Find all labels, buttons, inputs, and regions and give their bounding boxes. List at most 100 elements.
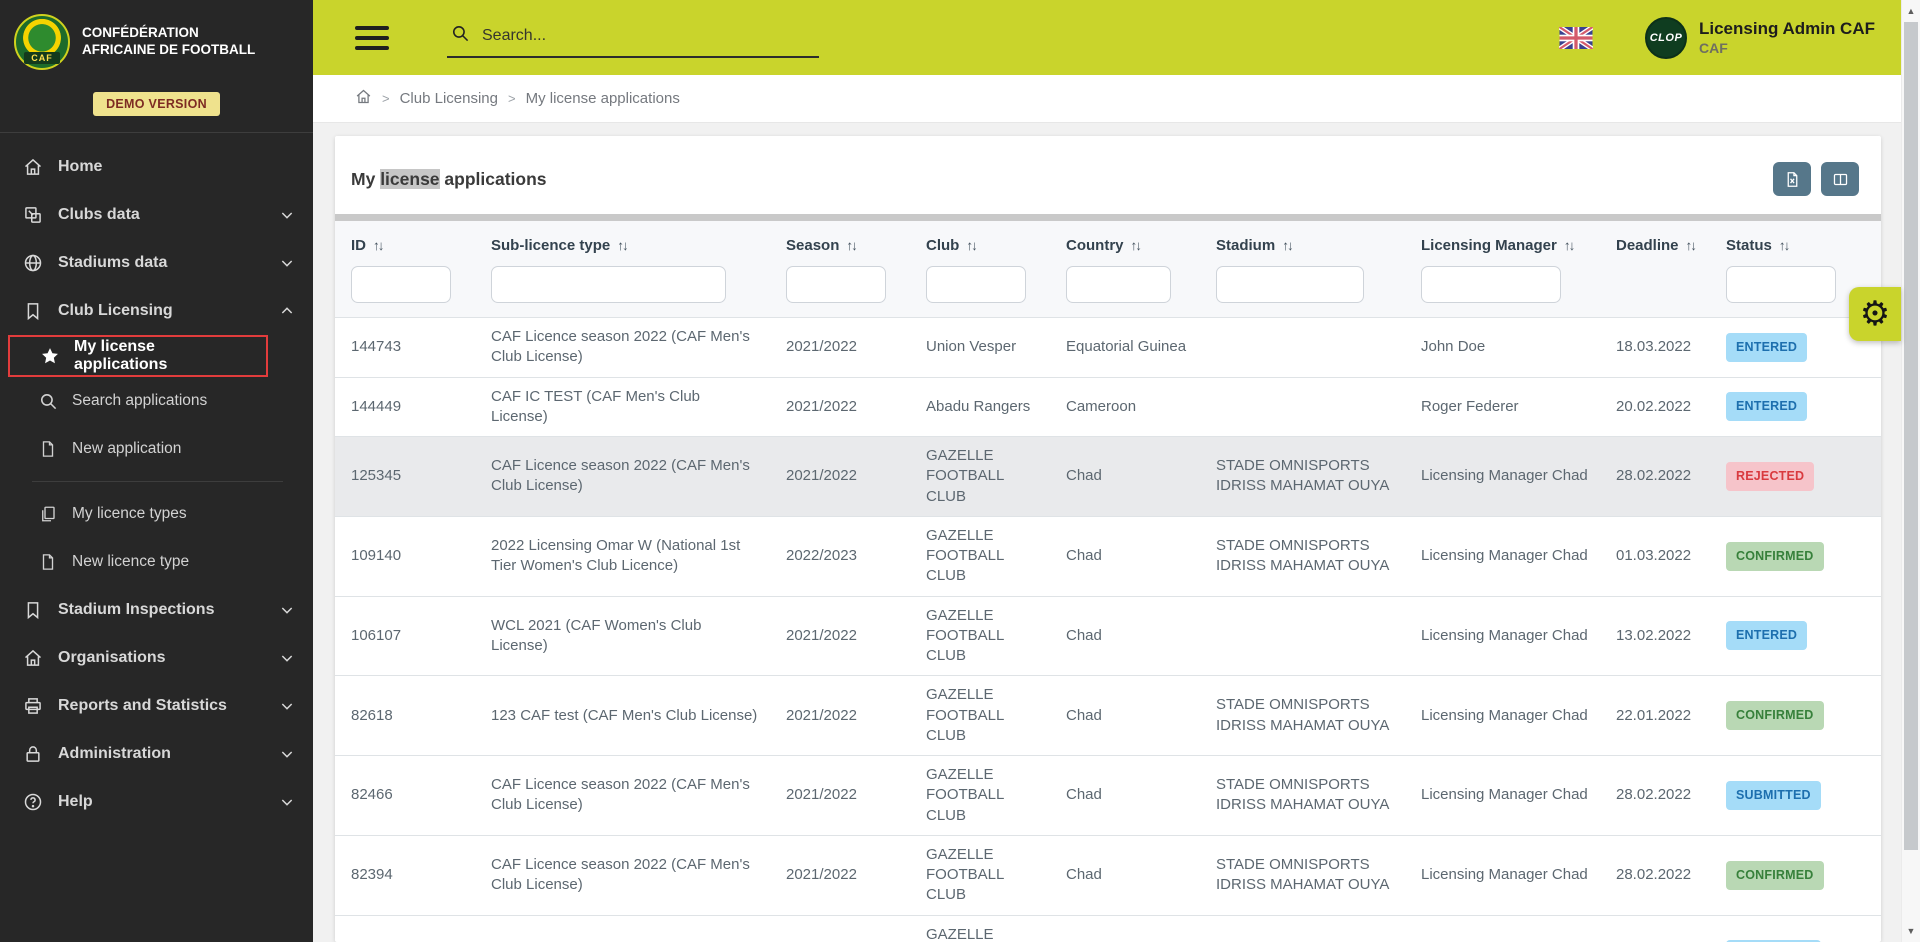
sidebar-item-organisations[interactable]: Organisations bbox=[0, 634, 313, 682]
column-header-season[interactable]: Season bbox=[770, 235, 910, 256]
cell-country: Chad bbox=[1066, 706, 1102, 724]
status-badge: CONFIRMED bbox=[1726, 541, 1824, 571]
column-header-licensing_manager[interactable]: Licensing Manager bbox=[1405, 235, 1600, 256]
scroll-down-icon[interactable] bbox=[1902, 922, 1920, 940]
filter-input-status[interactable] bbox=[1726, 266, 1836, 303]
cell-country: Chad bbox=[1066, 626, 1102, 644]
column-label: Licensing Manager bbox=[1421, 237, 1557, 254]
settings-gear-button[interactable] bbox=[1849, 287, 1901, 341]
table-row[interactable]: 78477123 CAF test (CAF Men's Club Licens… bbox=[335, 914, 1881, 942]
sort-icon[interactable] bbox=[1131, 237, 1141, 254]
table-filter-row bbox=[335, 256, 1881, 317]
sidebar-item-my-license-applications[interactable]: My license applications bbox=[8, 335, 268, 377]
sort-icon[interactable] bbox=[1282, 237, 1292, 254]
table-row[interactable]: 125345 CAF Licence season 2022 (CAF Men's… bbox=[335, 436, 1881, 516]
column-header-status[interactable]: Status bbox=[1710, 235, 1860, 256]
cell-club: Union Vesper bbox=[926, 338, 1017, 356]
search-icon bbox=[451, 24, 470, 48]
column-label: Sub-licence type bbox=[491, 237, 611, 254]
filter-input-id[interactable] bbox=[351, 266, 451, 303]
sort-icon[interactable] bbox=[846, 237, 856, 254]
sort-icon[interactable] bbox=[1779, 237, 1789, 254]
home-icon[interactable] bbox=[355, 88, 372, 109]
filter-cell-licensing_manager bbox=[1405, 266, 1600, 303]
column-header-club[interactable]: Club bbox=[910, 235, 1050, 256]
export-excel-button[interactable] bbox=[1773, 162, 1811, 196]
cell-id: 125345 bbox=[351, 467, 402, 485]
bookmark-icon bbox=[22, 300, 44, 322]
cell-licensing_manager: Licensing Manager Chad bbox=[1421, 547, 1588, 564]
cell-sub_licence_type: 123 CAF test (CAF Men's Club License) bbox=[491, 706, 758, 724]
cell-sub_licence_type: CAF IC TEST (CAF Men's Club License) bbox=[491, 387, 701, 425]
cell-season: 2021/2022 bbox=[786, 866, 857, 883]
filter-input-country[interactable] bbox=[1066, 266, 1171, 303]
cell-season: 2021/2022 bbox=[786, 786, 857, 804]
user-menu[interactable]: CLOP Licensing Admin CAF CAF bbox=[1645, 16, 1875, 59]
cell-id: 109140 bbox=[351, 547, 402, 564]
sidebar-item-club-licensing[interactable]: Club Licensing bbox=[0, 287, 313, 335]
sidebar-item-new-application[interactable]: New application bbox=[0, 425, 313, 473]
filter-input-sub_licence_type[interactable] bbox=[491, 266, 726, 303]
sidebar-item-stadiums-data[interactable]: Stadiums data bbox=[0, 239, 313, 287]
sort-icon[interactable] bbox=[373, 237, 383, 254]
file-icon bbox=[38, 439, 58, 459]
sidebar-item-my-licence-types[interactable]: My licence types bbox=[0, 490, 313, 538]
table-row[interactable]: 106107 WCL 2021 (CAF Women's Club License… bbox=[335, 595, 1881, 676]
table-row[interactable]: 144449 CAF IC TEST (CAF Men's Club Licens… bbox=[335, 376, 1881, 437]
language-flag-icon[interactable] bbox=[1559, 26, 1593, 49]
scrollbar-thumb[interactable] bbox=[1904, 22, 1918, 850]
filter-cell-sub_licence_type bbox=[475, 266, 770, 303]
sidebar-item-stadium-inspections[interactable]: Stadium Inspections bbox=[0, 586, 313, 634]
filter-input-club[interactable] bbox=[926, 266, 1026, 303]
status-badge: ENTERED bbox=[1726, 392, 1808, 422]
menu-toggle-button[interactable] bbox=[355, 25, 389, 50]
column-header-sub_licence_type[interactable]: Sub-licence type bbox=[475, 235, 770, 256]
filter-input-stadium[interactable] bbox=[1216, 266, 1364, 303]
filter-cell-season bbox=[770, 266, 910, 303]
sidebar-item-clubs-data[interactable]: Clubs data bbox=[0, 191, 313, 239]
table-row[interactable]: 82618 123 CAF test (CAF Men's Club Licens… bbox=[335, 675, 1881, 755]
sidebar-item-search-applications[interactable]: Search applications bbox=[0, 377, 313, 425]
cell-id: 144743 bbox=[351, 338, 402, 356]
sort-icon[interactable] bbox=[1686, 237, 1696, 254]
sort-icon[interactable] bbox=[617, 237, 627, 254]
column-header-stadium[interactable]: Stadium bbox=[1200, 235, 1405, 256]
vertical-scrollbar[interactable] bbox=[1901, 0, 1920, 942]
cell-club: GAZELLE FOOTBALL CLUB bbox=[926, 526, 1004, 585]
column-header-deadline[interactable]: Deadline bbox=[1600, 235, 1710, 256]
filter-input-licensing_manager[interactable] bbox=[1421, 266, 1561, 303]
cell-licensing_manager: John Doe bbox=[1421, 338, 1486, 356]
column-header-id[interactable]: ID bbox=[335, 235, 475, 256]
cell-id: 106107 bbox=[351, 626, 402, 644]
sidebar-item-home[interactable]: Home bbox=[0, 143, 313, 191]
sort-icon[interactable] bbox=[966, 237, 976, 254]
search-input[interactable] bbox=[482, 26, 815, 45]
chevron-down-icon bbox=[279, 698, 295, 714]
applications-table: ID Sub-licence type Season Club Country Stadi… bbox=[335, 221, 1881, 942]
cell-status: SUBMITTED bbox=[1710, 780, 1860, 810]
sidebar-item-reports-statistics[interactable]: Reports and Statistics bbox=[0, 682, 313, 730]
cell-licensing_manager: Licensing Manager Chad bbox=[1421, 866, 1588, 883]
filter-cell-club bbox=[910, 266, 1050, 303]
cell-licensing_manager: Roger Federer bbox=[1421, 397, 1519, 415]
table-row[interactable]: 109140 2022 Licensing Omar W (National 1s… bbox=[335, 515, 1881, 596]
sidebar-item-administration[interactable]: Administration bbox=[0, 730, 313, 778]
table-row[interactable]: 82466 CAF Licence season 2022 (CAF Men's … bbox=[335, 755, 1881, 835]
table-row[interactable]: 144743 CAF Licence season 2022 (CAF Men's… bbox=[335, 317, 1881, 377]
scroll-up-icon[interactable] bbox=[1902, 2, 1920, 20]
column-label: Stadium bbox=[1216, 237, 1276, 254]
sidebar-item-new-licence-type[interactable]: New licence type bbox=[0, 538, 313, 586]
sort-icon[interactable] bbox=[1564, 237, 1574, 254]
cell-licensing_manager: Licensing Manager Chad bbox=[1421, 626, 1588, 644]
columns-settings-button[interactable] bbox=[1821, 162, 1859, 196]
building-icon bbox=[22, 647, 44, 669]
sidebar-item-help[interactable]: Help bbox=[0, 778, 313, 826]
cell-season: 2021/2022 bbox=[786, 706, 857, 724]
breadcrumb-club-licensing[interactable]: Club Licensing bbox=[400, 90, 498, 107]
horizontal-scrollbar[interactable] bbox=[335, 214, 1881, 221]
column-header-country[interactable]: Country bbox=[1050, 235, 1200, 256]
org-name: CONFÉDÉRATION AFRICAINE DE FOOTBALL bbox=[82, 25, 256, 57]
main-area: CLOP Licensing Admin CAF CAF Club Licens… bbox=[313, 0, 1901, 942]
table-row[interactable]: 82394 CAF Licence season 2022 (CAF Men's … bbox=[335, 834, 1881, 915]
filter-input-season[interactable] bbox=[786, 266, 886, 303]
